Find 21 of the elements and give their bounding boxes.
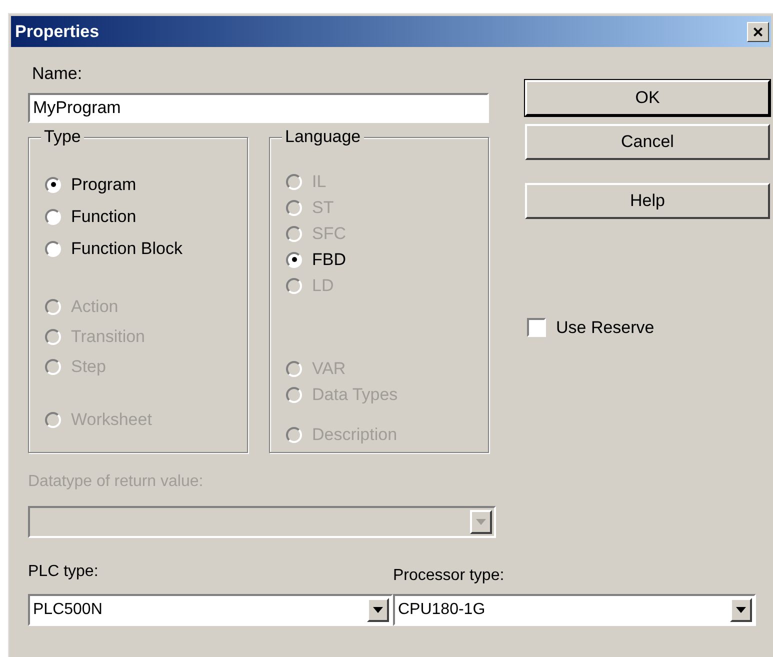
radio-button[interactable] — [45, 240, 61, 256]
processor-type-label: Processor type: — [393, 566, 506, 586]
dropdown-field[interactable]: CPU180-1G — [393, 594, 756, 626]
radio-button[interactable] — [286, 252, 302, 268]
radio-label: Program — [71, 174, 136, 196]
dialog-button[interactable]: Cancel — [525, 124, 770, 160]
name-field[interactable]: MyProgram — [28, 92, 489, 122]
checkbox[interactable] — [527, 318, 546, 338]
radio-label: FBD — [312, 248, 346, 271]
window-title: Properties — [15, 20, 100, 43]
radio-button[interactable] — [45, 208, 61, 224]
name-label: Name: — [32, 63, 84, 85]
radio-label: Function Block — [71, 238, 182, 260]
close-button[interactable]: × — [747, 22, 769, 42]
plc-type-label: PLC type: — [28, 562, 100, 582]
dialog-button[interactable]: OK — [525, 80, 770, 116]
radio-button[interactable] — [45, 176, 61, 192]
radio-label: Function — [71, 206, 136, 228]
checkbox-label: Use Reserve — [556, 317, 654, 339]
dropdown-field[interactable]: PLC500N — [28, 594, 393, 626]
dialog-button[interactable]: Help — [525, 183, 770, 219]
